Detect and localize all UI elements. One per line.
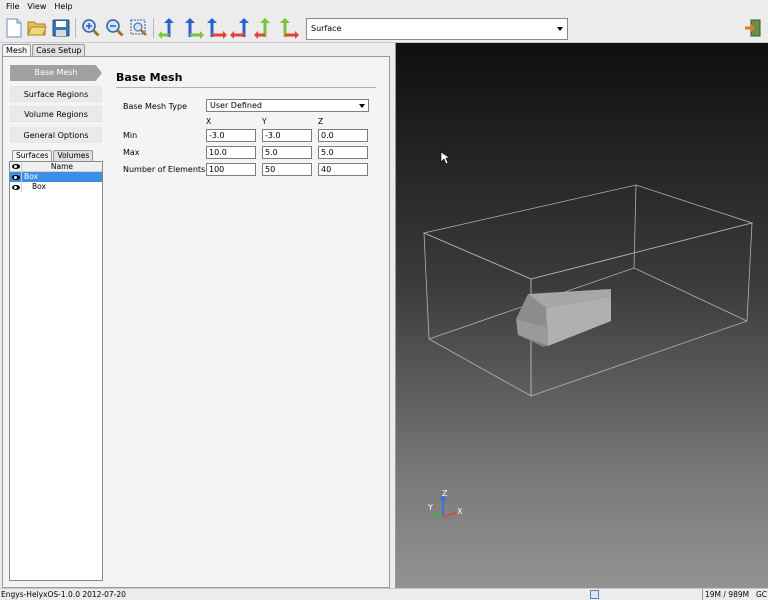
sub-tabs: Surfaces Volumes	[12, 150, 94, 161]
visibility-icon[interactable]	[10, 182, 22, 192]
view-xy-icon[interactable]	[158, 17, 180, 39]
menu-view[interactable]: View	[23, 0, 50, 14]
max-y-field[interactable]: 5.0	[262, 146, 312, 159]
console-icon[interactable]	[590, 590, 599, 599]
menubar: File View Help	[0, 0, 768, 14]
tree-header: Name	[10, 161, 102, 172]
max-label: Max	[123, 148, 140, 157]
3d-viewport[interactable]: Z Y X	[395, 43, 768, 588]
view-xz-icon[interactable]	[206, 17, 228, 39]
tree-row-label: Box	[32, 182, 46, 191]
axis-triad: Z Y X	[427, 489, 463, 518]
axis-x-label: X	[457, 507, 463, 516]
view-zy-icon[interactable]	[278, 17, 300, 39]
chevron-down-icon	[557, 27, 563, 31]
display-mode-value: Surface	[311, 24, 342, 33]
min-y-field[interactable]: -3.0	[262, 129, 312, 142]
exit-icon[interactable]	[742, 17, 764, 39]
page-title: Base Mesh	[116, 71, 183, 84]
memory-indicator[interactable]: 19M / 989M	[702, 589, 749, 600]
view-yz-icon[interactable]	[254, 17, 276, 39]
status-bar: Engys-HelyxOS-1.0.0 2012-07-20 19M / 989…	[0, 588, 768, 600]
save-icon[interactable]	[50, 17, 72, 39]
base-mesh-type-value: User Defined	[210, 101, 262, 110]
title-divider	[116, 87, 376, 88]
nav-general-options[interactable]: General Options	[10, 126, 102, 143]
elements-x-field[interactable]: 100	[206, 163, 256, 176]
tree-header-name: Name	[50, 161, 74, 171]
toolbar-separator	[153, 18, 154, 38]
menu-help[interactable]: Help	[50, 0, 76, 14]
elements-z-field[interactable]: 40	[318, 163, 368, 176]
display-mode-combo[interactable]: Surface	[306, 18, 568, 40]
elements-label: Number of Elements	[123, 165, 206, 174]
base-mesh-type-label: Base Mesh Type	[123, 102, 188, 111]
chevron-down-icon	[359, 104, 365, 108]
status-version: Engys-HelyxOS-1.0.0 2012-07-20	[1, 590, 126, 599]
nav-base-mesh[interactable]: Base Mesh	[10, 65, 102, 81]
axis-z-label: Z	[442, 489, 448, 498]
tab-surfaces[interactable]: Surfaces	[12, 150, 53, 161]
zoom-in-icon[interactable]	[80, 17, 102, 39]
mesh-nav: Base Mesh Surface Regions Volume Regions…	[10, 65, 102, 147]
column-x-header: X	[206, 117, 212, 126]
column-z-header: Z	[318, 117, 324, 126]
zoom-out-icon[interactable]	[104, 17, 126, 39]
nav-surface-regions[interactable]: Surface Regions	[10, 85, 102, 102]
toolbar-separator	[75, 18, 76, 38]
open-folder-icon[interactable]	[26, 17, 48, 39]
axis-y-label: Y	[427, 503, 433, 512]
tab-case-setup[interactable]: Case Setup	[32, 44, 86, 56]
surface-tree: Name Box Box	[9, 161, 103, 581]
tree-row[interactable]: Box	[10, 182, 102, 192]
nav-volume-regions[interactable]: Volume Regions	[10, 106, 102, 122]
min-x-field[interactable]: -3.0	[206, 129, 256, 142]
menu-file[interactable]: File	[2, 0, 23, 14]
tab-volumes[interactable]: Volumes	[53, 150, 94, 161]
tree-row-label: Box	[24, 172, 38, 181]
tab-mesh[interactable]: Mesh	[2, 44, 32, 56]
mouse-cursor-icon	[440, 151, 451, 165]
scene-svg: Z Y X	[422, 151, 754, 518]
left-panel: Base Mesh Surface Regions Volume Regions…	[2, 56, 390, 588]
max-z-field[interactable]: 5.0	[318, 146, 368, 159]
min-label: Min	[123, 131, 138, 140]
zoom-fit-icon[interactable]	[128, 17, 150, 39]
visibility-icon[interactable]	[10, 161, 22, 172]
main-tabs: Mesh Case Setup	[2, 44, 86, 56]
max-x-field[interactable]: 10.0	[206, 146, 256, 159]
box-geometry	[516, 289, 611, 347]
view-yx-icon[interactable]	[182, 17, 204, 39]
min-z-field[interactable]: 0.0	[318, 129, 368, 142]
new-file-icon[interactable]	[3, 17, 25, 39]
gc-button[interactable]: GC	[756, 589, 767, 600]
column-y-header: Y	[262, 117, 267, 126]
view-zx-icon[interactable]	[230, 17, 252, 39]
elements-y-field[interactable]: 50	[262, 163, 312, 176]
base-mesh-type-select[interactable]: User Defined	[206, 99, 369, 112]
tree-row[interactable]: Box	[10, 172, 102, 182]
visibility-icon[interactable]	[10, 172, 22, 182]
